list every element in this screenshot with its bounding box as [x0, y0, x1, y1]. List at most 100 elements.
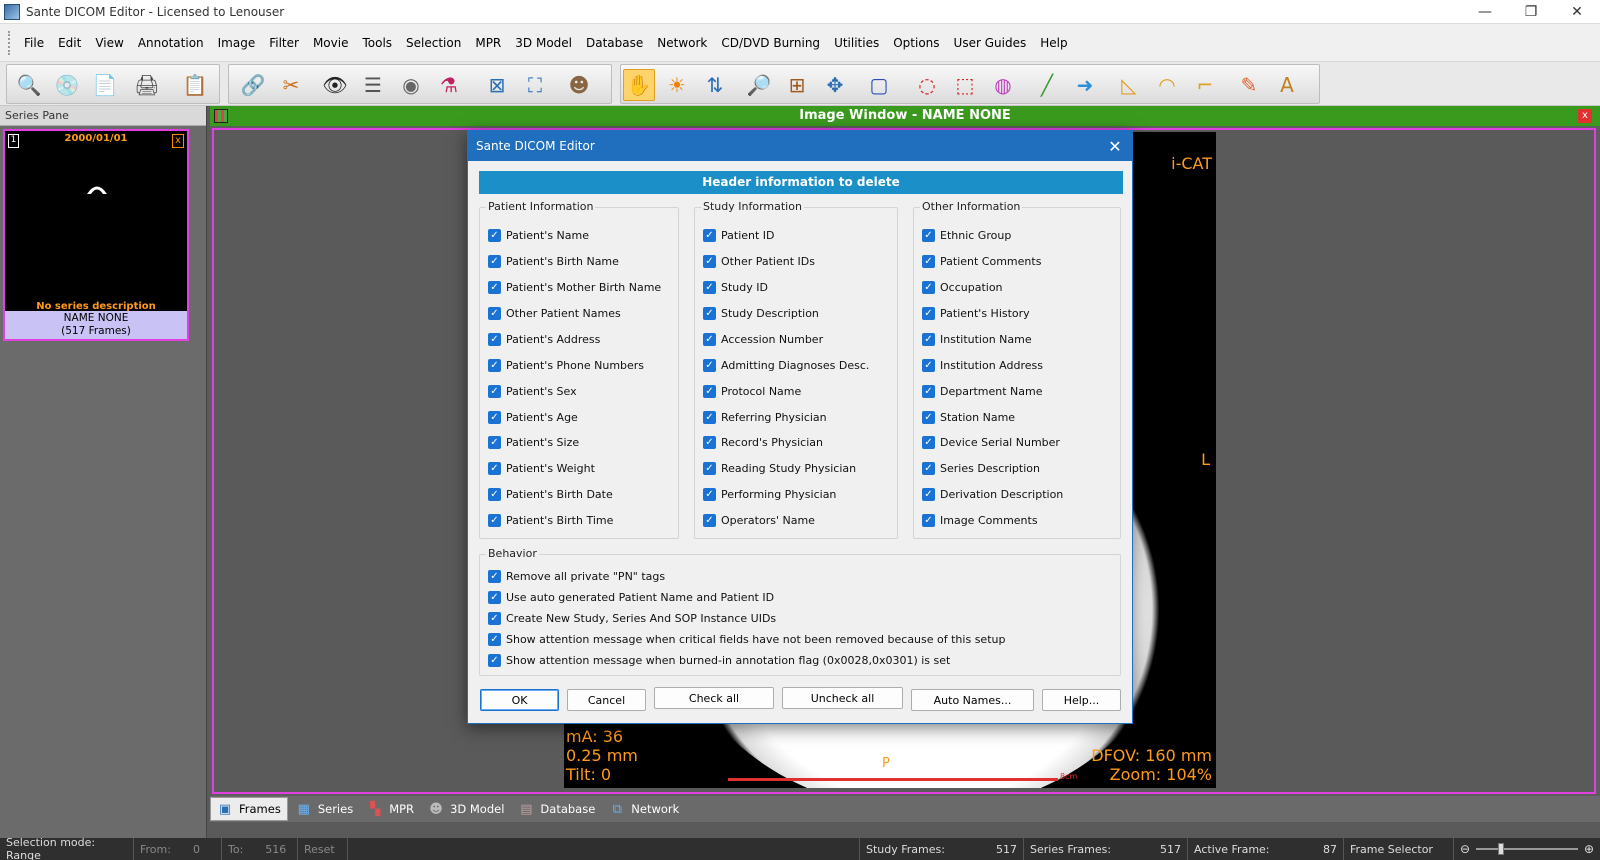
- check-all-button[interactable]: Check all: [654, 687, 774, 709]
- document-icon[interactable]: 📄: [89, 69, 121, 101]
- checkbox-create-new-uids[interactable]: ✓ Create New Study, Series And SOP Instan…: [488, 609, 776, 627]
- dialog-close-button[interactable]: ✕: [1102, 133, 1128, 159]
- menu-3d-model[interactable]: 3D Model: [508, 36, 579, 50]
- checkbox-derivation-description[interactable]: ✓ Derivation Description: [922, 485, 1063, 503]
- menu-annotation[interactable]: Annotation: [131, 36, 211, 50]
- checkbox-institution-name[interactable]: ✓ Institution Name: [922, 330, 1032, 348]
- tab-frames[interactable]: ▣ Frames: [210, 797, 288, 821]
- color-icon[interactable]: ◍: [987, 69, 1019, 101]
- zoom-in-icon[interactable]: ⊕: [1584, 842, 1594, 856]
- tab-3d-model[interactable]: ☻ 3D Model: [422, 797, 510, 821]
- checkbox-patients-phone-numbers[interactable]: ✓ Patient's Phone Numbers: [488, 356, 644, 374]
- checkbox-occupation[interactable]: ✓ Occupation: [922, 278, 1003, 296]
- frame-slider[interactable]: ⊖ ⊕: [1454, 838, 1600, 860]
- checkbox-patients-birth-time[interactable]: ✓ Patient's Birth Time: [488, 511, 613, 529]
- menu-file[interactable]: File: [17, 36, 51, 50]
- checkbox-referring-physician[interactable]: ✓ Referring Physician: [703, 408, 827, 426]
- status-from-value[interactable]: 0: [193, 843, 200, 856]
- fit-icon[interactable]: ⊠: [481, 69, 513, 101]
- checkbox-reading-study-physician[interactable]: ✓ Reading Study Physician: [703, 459, 856, 477]
- menu-cd-dvd-burning[interactable]: CD/DVD Burning: [714, 36, 827, 50]
- checkbox-other-patient-ids[interactable]: ✓ Other Patient IDs: [703, 252, 815, 270]
- maximize-button[interactable]: ❐: [1508, 0, 1554, 24]
- menu-database[interactable]: Database: [579, 36, 650, 50]
- unlink-icon[interactable]: ✂: [275, 69, 307, 101]
- checkbox-study-id[interactable]: ✓ Study ID: [703, 278, 768, 296]
- menu-grip[interactable]: [8, 30, 11, 55]
- checkbox-admitting-diagnoses[interactable]: ✓ Admitting Diagnoses Desc.: [703, 356, 869, 374]
- checkbox-patients-size[interactable]: ✓ Patient's Size: [488, 433, 579, 451]
- link-icon[interactable]: 🔗: [237, 69, 269, 101]
- menu-filter[interactable]: Filter: [262, 36, 306, 50]
- checkbox-patients-birth-name[interactable]: ✓ Patient's Birth Name: [488, 252, 619, 270]
- menu-movie[interactable]: Movie: [306, 36, 356, 50]
- checkbox-device-serial-number[interactable]: ✓ Device Serial Number: [922, 433, 1060, 451]
- close-window-button[interactable]: ✕: [1554, 0, 1600, 24]
- checkbox-patients-age[interactable]: ✓ Patient's Age: [488, 408, 578, 426]
- square-select-icon[interactable]: ⬚: [949, 69, 981, 101]
- brain-icon[interactable]: ◉: [395, 69, 427, 101]
- menu-edit[interactable]: Edit: [51, 36, 88, 50]
- circle-select-icon[interactable]: ◌: [911, 69, 943, 101]
- copy-icon[interactable]: 📋: [179, 69, 211, 101]
- zoom-fit-icon[interactable]: ✥: [819, 69, 851, 101]
- auto-names-button[interactable]: Auto Names...: [911, 689, 1034, 711]
- status-to-value[interactable]: 516: [265, 843, 286, 856]
- image-window-close-button[interactable]: x: [1578, 109, 1592, 123]
- checkbox-image-comments[interactable]: ✓ Image Comments: [922, 511, 1038, 529]
- menu-view[interactable]: View: [88, 36, 130, 50]
- hand-icon[interactable]: ✋: [623, 69, 655, 101]
- checkbox-ethnic-group[interactable]: ✓ Ethnic Group: [922, 226, 1011, 244]
- eraser-icon[interactable]: ✎: [1233, 69, 1265, 101]
- tab-database[interactable]: ▤ Database: [512, 797, 601, 821]
- tab-series[interactable]: ▦ Series: [290, 797, 359, 821]
- checkbox-patients-weight[interactable]: ✓ Patient's Weight: [488, 459, 595, 477]
- checkbox-patients-mother-birth-name[interactable]: ✓ Patient's Mother Birth Name: [488, 278, 661, 296]
- checkbox-operators-name[interactable]: ✓ Operators' Name: [703, 511, 815, 529]
- cobb-icon[interactable]: ⌐: [1189, 69, 1221, 101]
- zoom-out-icon[interactable]: ⊖: [1460, 842, 1470, 856]
- menu-utilities[interactable]: Utilities: [827, 36, 886, 50]
- arrows-icon[interactable]: ⇅: [699, 69, 731, 101]
- print-icon[interactable]: 🖨: [131, 69, 163, 101]
- status-reset-button[interactable]: Reset: [298, 838, 348, 860]
- checkbox-patients-name[interactable]: ✓ Patient's Name: [488, 226, 589, 244]
- checkbox-attention-burned-in-annotation[interactable]: ✓ Show attention message when burned-in a…: [488, 651, 950, 669]
- checkbox-accession-number[interactable]: ✓ Accession Number: [703, 330, 823, 348]
- tab-mpr[interactable]: ▚ MPR: [361, 797, 420, 821]
- frame-slider-track[interactable]: [1476, 843, 1578, 855]
- checkbox-patient-comments[interactable]: ✓ Patient Comments: [922, 252, 1041, 270]
- rectangle-icon[interactable]: ▢: [863, 69, 895, 101]
- checkbox-station-name[interactable]: ✓ Station Name: [922, 408, 1015, 426]
- frame-slider-thumb[interactable]: [1498, 843, 1505, 855]
- cd-icon[interactable]: 💿: [51, 69, 83, 101]
- checkbox-patients-history[interactable]: ✓ Patient's History: [922, 304, 1030, 322]
- checkbox-institution-address[interactable]: ✓ Institution Address: [922, 356, 1043, 374]
- checkbox-patient-id[interactable]: ✓ Patient ID: [703, 226, 775, 244]
- checkbox-auto-generated-name-id[interactable]: ✓ Use auto generated Patient Name and Pat…: [488, 588, 774, 606]
- checkbox-protocol-name[interactable]: ✓ Protocol Name: [703, 382, 801, 400]
- menu-options[interactable]: Options: [886, 36, 946, 50]
- menu-help[interactable]: Help: [1033, 36, 1074, 50]
- layers-icon[interactable]: ☰: [357, 69, 389, 101]
- menu-network[interactable]: Network: [650, 36, 714, 50]
- checkbox-patients-sex[interactable]: ✓ Patient's Sex: [488, 382, 577, 400]
- text-icon[interactable]: A: [1271, 69, 1303, 101]
- series-close-button[interactable]: x: [172, 134, 184, 148]
- minimize-button[interactable]: —: [1462, 0, 1508, 24]
- line-icon[interactable]: ╱: [1031, 69, 1063, 101]
- menu-image[interactable]: Image: [211, 36, 263, 50]
- help-button[interactable]: Help...: [1042, 689, 1121, 711]
- menu-user-guides[interactable]: User Guides: [947, 36, 1034, 50]
- checkbox-department-name[interactable]: ✓ Department Name: [922, 382, 1043, 400]
- uncheck-all-button[interactable]: Uncheck all: [782, 687, 903, 709]
- ok-button[interactable]: OK: [480, 689, 559, 711]
- expand-icon[interactable]: ⛶: [519, 69, 551, 101]
- checkbox-performing-physician[interactable]: ✓ Performing Physician: [703, 485, 836, 503]
- checkbox-series-description[interactable]: ✓ Series Description: [922, 459, 1040, 477]
- skull-icon[interactable]: ☻: [563, 69, 595, 101]
- tab-network[interactable]: ⧉ Network: [603, 797, 685, 821]
- menu-tools[interactable]: Tools: [355, 36, 399, 50]
- checkbox-study-description[interactable]: ✓ Study Description: [703, 304, 819, 322]
- checkbox-attention-critical-fields[interactable]: ✓ Show attention message when critical fi…: [488, 630, 1005, 648]
